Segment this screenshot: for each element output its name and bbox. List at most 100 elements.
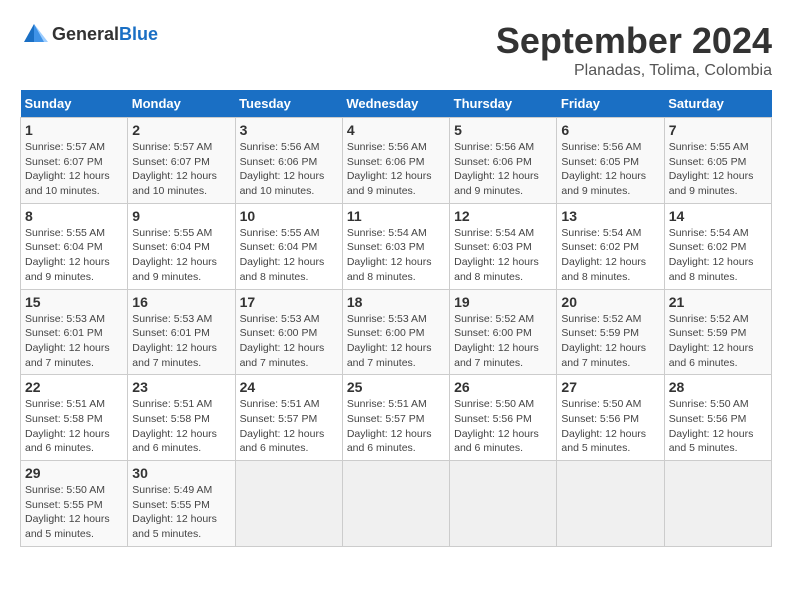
week-row-2: 8 Sunrise: 5:55 AMSunset: 6:04 PMDaylight… <box>21 203 772 289</box>
calendar-cell: 19Sunrise: 5:52 AMSunset: 6:00 PMDayligh… <box>450 289 557 375</box>
day-detail: Sunrise: 5:50 AMSunset: 5:55 PMDaylight:… <box>25 483 123 542</box>
day-number: 13 <box>561 208 659 224</box>
calendar-cell: 29 Sunrise: 5:50 AMSunset: 5:55 PMDayligh… <box>21 461 128 547</box>
calendar-cell: 15 Sunrise: 5:53 AMSunset: 6:01 PMDayligh… <box>21 289 128 375</box>
title-area: September 2024 Planadas, Tolima, Colombi… <box>496 20 772 80</box>
day-detail: Sunrise: 5:56 AMSunset: 6:06 PMDaylight:… <box>454 140 552 199</box>
day-number: 20 <box>561 294 659 310</box>
week-row-3: 15 Sunrise: 5:53 AMSunset: 6:01 PMDayligh… <box>21 289 772 375</box>
day-number: 3 <box>240 122 338 138</box>
day-number: 2 <box>132 122 230 138</box>
calendar-cell: 7 Sunrise: 5:55 AMSunset: 6:05 PMDaylight… <box>664 118 771 204</box>
day-number: 29 <box>25 465 123 481</box>
day-detail: Sunrise: 5:53 AMSunset: 6:00 PMDaylight:… <box>347 312 445 371</box>
col-saturday: Saturday <box>664 90 771 118</box>
day-detail: Sunrise: 5:50 AMSunset: 5:56 PMDaylight:… <box>669 397 767 456</box>
logo-text-general: General <box>52 24 119 44</box>
col-monday: Monday <box>128 90 235 118</box>
calendar-cell: 2 Sunrise: 5:57 AMSunset: 6:07 PMDaylight… <box>128 118 235 204</box>
calendar-cell: 4 Sunrise: 5:56 AMSunset: 6:06 PMDaylight… <box>342 118 449 204</box>
day-detail: Sunrise: 5:52 AMSunset: 5:59 PMDaylight:… <box>561 312 659 371</box>
day-detail: Sunrise: 5:52 AMSunset: 5:59 PMDaylight:… <box>669 312 767 371</box>
day-number: 1 <box>25 122 123 138</box>
day-detail: Sunrise: 5:56 AMSunset: 6:06 PMDaylight:… <box>347 140 445 199</box>
day-number: 12 <box>454 208 552 224</box>
day-detail: Sunrise: 5:50 AMSunset: 5:56 PMDaylight:… <box>454 397 552 456</box>
day-number: 25 <box>347 379 445 395</box>
day-number: 11 <box>347 208 445 224</box>
day-detail: Sunrise: 5:57 AMSunset: 6:07 PMDaylight:… <box>132 140 230 199</box>
day-number: 10 <box>240 208 338 224</box>
day-detail: Sunrise: 5:56 AMSunset: 6:06 PMDaylight:… <box>240 140 338 199</box>
calendar-subtitle: Planadas, Tolima, Colombia <box>496 62 772 80</box>
calendar-cell <box>557 461 664 547</box>
day-detail: Sunrise: 5:53 AMSunset: 6:01 PMDaylight:… <box>132 312 230 371</box>
calendar-table: Sunday Monday Tuesday Wednesday Thursday… <box>20 90 772 547</box>
col-thursday: Thursday <box>450 90 557 118</box>
calendar-cell: 30 Sunrise: 5:49 AMSunset: 5:55 PMDayligh… <box>128 461 235 547</box>
day-detail: Sunrise: 5:51 AMSunset: 5:58 PMDaylight:… <box>132 397 230 456</box>
day-number: 30 <box>132 465 230 481</box>
header: GeneralBlue September 2024 Planadas, Tol… <box>20 20 772 80</box>
day-number: 14 <box>669 208 767 224</box>
day-detail: Sunrise: 5:54 AMSunset: 6:03 PMDaylight:… <box>454 226 552 285</box>
calendar-cell: 9 Sunrise: 5:55 AMSunset: 6:04 PMDaylight… <box>128 203 235 289</box>
calendar-cell: 25 Sunrise: 5:51 AMSunset: 5:57 PMDayligh… <box>342 375 449 461</box>
calendar-title: September 2024 <box>496 20 772 62</box>
calendar-cell: 23 Sunrise: 5:51 AMSunset: 5:58 PMDayligh… <box>128 375 235 461</box>
calendar-cell: 6 Sunrise: 5:56 AMSunset: 6:05 PMDaylight… <box>557 118 664 204</box>
day-number: 9 <box>132 208 230 224</box>
day-detail: Sunrise: 5:49 AMSunset: 5:55 PMDaylight:… <box>132 483 230 542</box>
calendar-cell: 14 Sunrise: 5:54 AMSunset: 6:02 PMDayligh… <box>664 203 771 289</box>
day-number: 22 <box>25 379 123 395</box>
calendar-cell <box>235 461 342 547</box>
day-number: 17 <box>240 294 338 310</box>
day-detail: Sunrise: 5:54 AMSunset: 6:02 PMDaylight:… <box>669 226 767 285</box>
day-number: 16 <box>132 294 230 310</box>
day-number: 26 <box>454 379 552 395</box>
day-detail: Sunrise: 5:53 AMSunset: 6:01 PMDaylight:… <box>25 312 123 371</box>
calendar-cell: 13Sunrise: 5:54 AMSunset: 6:02 PMDayligh… <box>557 203 664 289</box>
day-number: 6 <box>561 122 659 138</box>
day-detail: Sunrise: 5:55 AMSunset: 6:04 PMDaylight:… <box>25 226 123 285</box>
calendar-cell: 10 Sunrise: 5:55 AMSunset: 6:04 PMDayligh… <box>235 203 342 289</box>
calendar-cell <box>664 461 771 547</box>
day-detail: Sunrise: 5:51 AMSunset: 5:57 PMDaylight:… <box>347 397 445 456</box>
calendar-cell: 11 Sunrise: 5:54 AMSunset: 6:03 PMDayligh… <box>342 203 449 289</box>
calendar-cell <box>342 461 449 547</box>
week-row-1: 1 Sunrise: 5:57 AMSunset: 6:07 PMDaylight… <box>21 118 772 204</box>
calendar-cell: 24 Sunrise: 5:51 AMSunset: 5:57 PMDayligh… <box>235 375 342 461</box>
day-number: 21 <box>669 294 767 310</box>
day-detail: Sunrise: 5:50 AMSunset: 5:56 PMDaylight:… <box>561 397 659 456</box>
day-detail: Sunrise: 5:51 AMSunset: 5:58 PMDaylight:… <box>25 397 123 456</box>
day-number: 23 <box>132 379 230 395</box>
day-detail: Sunrise: 5:54 AMSunset: 6:03 PMDaylight:… <box>347 226 445 285</box>
col-tuesday: Tuesday <box>235 90 342 118</box>
day-detail: Sunrise: 5:55 AMSunset: 6:05 PMDaylight:… <box>669 140 767 199</box>
calendar-cell: 22 Sunrise: 5:51 AMSunset: 5:58 PMDayligh… <box>21 375 128 461</box>
logo-icon <box>20 20 48 48</box>
day-detail: Sunrise: 5:57 AMSunset: 6:07 PMDaylight:… <box>25 140 123 199</box>
calendar-cell: 17Sunrise: 5:53 AMSunset: 6:00 PMDayligh… <box>235 289 342 375</box>
calendar-cell: 8 Sunrise: 5:55 AMSunset: 6:04 PMDaylight… <box>21 203 128 289</box>
day-number: 18 <box>347 294 445 310</box>
day-detail: Sunrise: 5:51 AMSunset: 5:57 PMDaylight:… <box>240 397 338 456</box>
day-detail: Sunrise: 5:55 AMSunset: 6:04 PMDaylight:… <box>132 226 230 285</box>
calendar-cell: 18 Sunrise: 5:53 AMSunset: 6:00 PMDayligh… <box>342 289 449 375</box>
day-number: 24 <box>240 379 338 395</box>
calendar-cell: 20 Sunrise: 5:52 AMSunset: 5:59 PMDayligh… <box>557 289 664 375</box>
day-detail: Sunrise: 5:52 AMSunset: 6:00 PMDaylight:… <box>454 312 552 371</box>
calendar-cell: 28Sunrise: 5:50 AMSunset: 5:56 PMDayligh… <box>664 375 771 461</box>
day-detail: Sunrise: 5:55 AMSunset: 6:04 PMDaylight:… <box>240 226 338 285</box>
day-number: 8 <box>25 208 123 224</box>
calendar-cell: 1 Sunrise: 5:57 AMSunset: 6:07 PMDaylight… <box>21 118 128 204</box>
day-detail: Sunrise: 5:56 AMSunset: 6:05 PMDaylight:… <box>561 140 659 199</box>
logo-text-blue: Blue <box>119 24 158 44</box>
calendar-cell: 27Sunrise: 5:50 AMSunset: 5:56 PMDayligh… <box>557 375 664 461</box>
week-row-4: 22 Sunrise: 5:51 AMSunset: 5:58 PMDayligh… <box>21 375 772 461</box>
col-friday: Friday <box>557 90 664 118</box>
day-number: 7 <box>669 122 767 138</box>
calendar-cell: 5Sunrise: 5:56 AMSunset: 6:06 PMDaylight… <box>450 118 557 204</box>
day-number: 15 <box>25 294 123 310</box>
day-number: 4 <box>347 122 445 138</box>
